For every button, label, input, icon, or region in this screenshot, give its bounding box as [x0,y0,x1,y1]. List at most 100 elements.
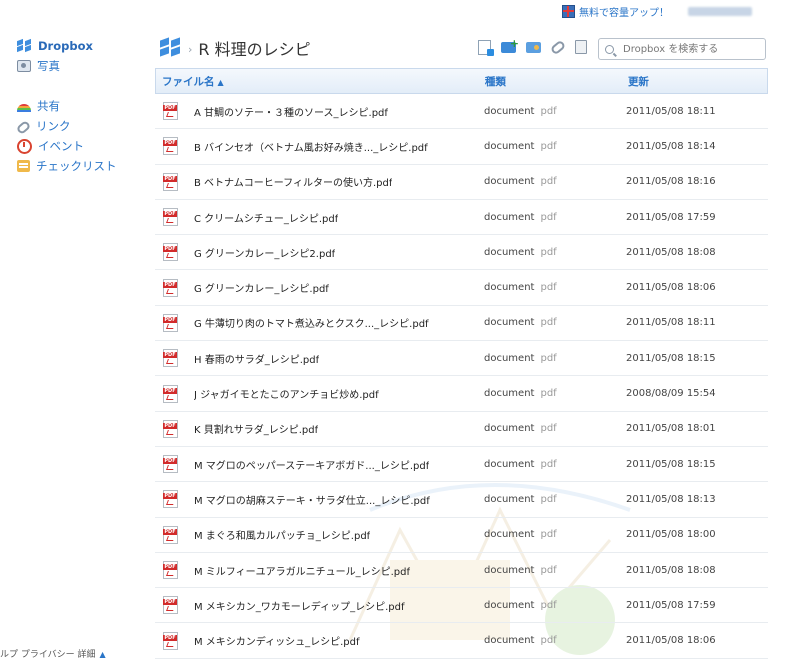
table-row[interactable]: C クリームシチュー_レシピ.pdf document pdf 2011/05/0… [155,200,768,236]
sidebar-item-checklist[interactable]: チェックリスト [0,156,140,176]
file-name-cell[interactable]: H 春雨のサラダ_レシピ.pdf [155,349,482,368]
footer-caret-icon[interactable]: ▲ [100,650,106,659]
file-name[interactable]: M メキシカン_ワカモーレディップ_レシピ.pdf [194,598,405,613]
sidebar-item-label: イベント [38,139,84,153]
sidebar-item-sharing[interactable]: 共有 [0,96,140,116]
file-table: ファイル名▲ 種類 更新 A 甘鯛のソテー・３種のソース_レシピ.pdf doc… [155,68,768,659]
table-row[interactable]: B バインセオ（ベトナム風お好み焼き..._レシピ.pdf document pd… [155,129,768,165]
file-name-cell[interactable]: J ジャガイモとたこのアンチョビ炒め.pdf [155,384,482,403]
file-name[interactable]: M メキシカンディッシュ_レシピ.pdf [194,633,360,648]
file-name[interactable]: A 甘鯛のソテー・３種のソース_レシピ.pdf [194,104,388,119]
file-modified: 2011/05/08 17:59 [626,211,716,223]
file-kind: document [484,635,535,647]
show-deleted-icon[interactable] [575,40,587,54]
pdf-file-icon [163,596,178,615]
file-ext: pdf [540,529,557,541]
table-row[interactable]: M マグロのペッパーステーキアボガド..._レシピ.pdf document pd… [155,447,768,483]
file-name-cell[interactable]: G 牛薄切り肉のトマト煮込みとクスク..._レシピ.pdf [155,313,482,332]
file-kind-cell: document pdf [482,423,622,434]
file-name[interactable]: J ジャガイモとたこのアンチョビ炒め.pdf [194,386,379,401]
file-name[interactable]: M まぐろ和風カルパッチョ_レシピ.pdf [194,527,370,542]
file-kind: document [484,317,535,329]
sidebar-item-links[interactable]: リンク [0,116,140,136]
file-modified: 2011/05/08 18:13 [626,493,716,505]
dropbox-home-icon[interactable] [160,37,182,57]
table-row[interactable]: G 牛薄切り肉のトマト煮込みとクスク..._レシピ.pdf document pd… [155,306,768,342]
file-ext: pdf [540,211,557,223]
file-kind-cell: document pdf [482,635,622,646]
file-kind-cell: document pdf [482,141,622,152]
column-header-kind[interactable]: 種類 [479,74,622,89]
file-name-cell[interactable]: K 貝割れサラダ_レシピ.pdf [155,419,482,438]
file-name[interactable]: H 春雨のサラダ_レシピ.pdf [194,351,319,366]
file-name-cell[interactable]: M メキシカン_ワカモーレディップ_レシピ.pdf [155,596,482,615]
sidebar-item-events[interactable]: イベント [0,136,140,156]
file-kind-cell: document pdf [482,529,622,540]
file-modified: 2011/05/08 18:11 [626,105,716,117]
get-link-icon[interactable] [549,39,567,56]
upgrade-link[interactable]: 無料で容量アップ！ [562,4,669,19]
file-name[interactable]: M マグロの胡麻ステーキ・サラダ仕立..._レシピ.pdf [194,492,430,507]
link-icon [15,119,32,135]
upgrade-label: 無料で容量アップ！ [579,8,669,19]
column-header-name[interactable]: ファイル名 ▲ [156,74,479,89]
table-row[interactable]: M メキシカン_ワカモーレディップ_レシピ.pdf document pdf 20… [155,588,768,624]
file-name-cell[interactable]: M まぐろ和風カルパッチョ_レシピ.pdf [155,525,482,544]
file-ext: pdf [540,246,557,258]
file-name-cell[interactable]: B ベトナムコーヒーフィルターの使い方.pdf [155,172,482,191]
file-name[interactable]: K 貝割れサラダ_レシピ.pdf [194,421,318,436]
file-name[interactable]: G 牛薄切り肉のトマト煮込みとクスク..._レシピ.pdf [194,315,429,330]
share-folder-icon[interactable] [526,42,541,53]
pdf-file-icon [163,349,178,368]
table-row[interactable]: M メキシカンディッシュ_レシピ.pdf document pdf 2011/05… [155,623,768,659]
file-name[interactable]: M ミルフィーユアラガルニチュール_レシピ.pdf [194,563,410,578]
upload-icon[interactable] [478,40,494,56]
top-bar: 無料で容量アップ！ [0,0,800,26]
table-row[interactable]: M マグロの胡麻ステーキ・サラダ仕立..._レシピ.pdf document pd… [155,482,768,518]
file-name[interactable]: G グリーンカレー_レシピ2.pdf [194,245,335,260]
file-name-cell[interactable]: M マグロの胡麻ステーキ・サラダ仕立..._レシピ.pdf [155,490,482,509]
file-kind: document [484,176,535,188]
new-folder-icon[interactable] [501,37,519,53]
file-name[interactable]: C クリームシチュー_レシピ.pdf [194,210,338,225]
table-row[interactable]: A 甘鯛のソテー・３種のソース_レシピ.pdf document pdf 2011… [155,94,768,130]
file-ext: pdf [540,388,557,400]
file-name-cell[interactable]: G グリーンカレー_レシピ.pdf [155,278,482,297]
file-name-cell[interactable]: B バインセオ（ベトナム風お好み焼き..._レシピ.pdf [155,137,482,156]
file-name-cell[interactable]: C クリームシチュー_レシピ.pdf [155,208,482,227]
account-name-blurred[interactable] [688,7,752,16]
table-row[interactable]: K 貝割れサラダ_レシピ.pdf document pdf 2011/05/08 … [155,412,768,447]
sidebar-item-photos[interactable]: 写真 [0,56,140,76]
file-name[interactable]: G グリーンカレー_レシピ.pdf [194,280,329,295]
sidebar-item-label: 写真 [37,59,60,73]
pdf-file-icon [163,313,178,332]
file-name[interactable]: B ベトナムコーヒーフィルターの使い方.pdf [194,174,392,189]
table-row[interactable]: M まぐろ和風カルパッチョ_レシピ.pdf document pdf 2011/0… [155,518,768,553]
file-kind-cell: document pdf [482,353,622,364]
file-kind-cell: document pdf [482,282,622,293]
table-row[interactable]: M ミルフィーユアラガルニチュール_レシピ.pdf document pdf 20… [155,553,768,589]
file-name-cell[interactable]: M ミルフィーユアラガルニチュール_レシピ.pdf [155,561,482,579]
table-row[interactable]: H 春雨のサラダ_レシピ.pdf document pdf 2011/05/08 … [155,341,768,377]
photo-icon [17,60,31,72]
file-ext: pdf [540,635,557,647]
sidebar: Dropbox 写真 共有 リンク イベント チェックリスト [0,36,140,176]
table-row[interactable]: B ベトナムコーヒーフィルターの使い方.pdf document pdf 2011… [155,165,768,200]
file-name-cell[interactable]: M マグロのペッパーステーキアボガド..._レシピ.pdf [155,455,482,474]
file-name-cell[interactable]: M メキシカンディッシュ_レシピ.pdf [155,631,482,650]
sidebar-item-dropbox[interactable]: Dropbox [0,36,140,56]
pdf-file-icon [163,490,178,509]
file-name-cell[interactable]: G グリーンカレー_レシピ2.pdf [155,243,482,262]
table-row[interactable]: J ジャガイモとたこのアンチョビ炒め.pdf document pdf 2008/… [155,376,768,412]
file-name[interactable]: M マグロのペッパーステーキアボガド..._レシピ.pdf [194,457,429,472]
table-row[interactable]: G グリーンカレー_レシピ2.pdf document pdf 2011/05/0… [155,235,768,271]
search-input[interactable] [621,42,765,56]
table-row[interactable]: G グリーンカレー_レシピ.pdf document pdf 2011/05/08… [155,270,768,306]
footer-links[interactable]: ルプ プライバシー 詳細 ▲ [0,647,106,660]
file-name[interactable]: B バインセオ（ベトナム風お好み焼き..._レシピ.pdf [194,139,428,154]
file-ext: pdf [540,493,557,505]
share-icon [17,104,31,112]
file-kind-cell: document pdf [482,459,622,470]
column-header-modified[interactable]: 更新 [622,74,767,89]
file-name-cell[interactable]: A 甘鯛のソテー・３種のソース_レシピ.pdf [155,102,482,121]
